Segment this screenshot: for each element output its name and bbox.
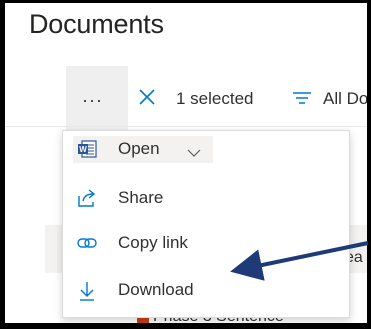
word-doc-icon: W xyxy=(77,139,97,159)
toolbar-divider xyxy=(5,126,367,127)
menu-item-open[interactable]: W Open xyxy=(63,131,349,175)
more-actions-button[interactable]: ··· xyxy=(66,66,128,130)
selected-count: 1 selected xyxy=(176,89,254,108)
download-icon xyxy=(77,280,97,301)
menu-item-label: Download xyxy=(118,280,194,299)
menu-item-download[interactable]: Download xyxy=(63,268,349,312)
menu-item-share[interactable]: Share xyxy=(63,176,349,220)
context-menu: W Open Share Copy link Download xyxy=(62,130,350,318)
menu-item-label: Open xyxy=(118,139,160,158)
svg-text:W: W xyxy=(79,145,87,154)
share-icon xyxy=(77,188,97,208)
chevron-down-icon xyxy=(187,144,201,162)
app-frame: Documents ··· 1 selected All Documents e… xyxy=(5,3,367,323)
menu-item-copy-link[interactable]: Copy link xyxy=(63,221,349,265)
page-title: Documents xyxy=(29,9,164,39)
view-options-icon[interactable] xyxy=(292,91,312,110)
view-selector[interactable]: All Documents xyxy=(323,89,367,109)
menu-item-label: Share xyxy=(118,188,164,207)
link-icon xyxy=(77,233,97,253)
clear-selection-icon[interactable] xyxy=(138,88,156,111)
menu-item-label: Copy link xyxy=(118,233,188,252)
more-dots-icon: ··· xyxy=(82,90,103,110)
